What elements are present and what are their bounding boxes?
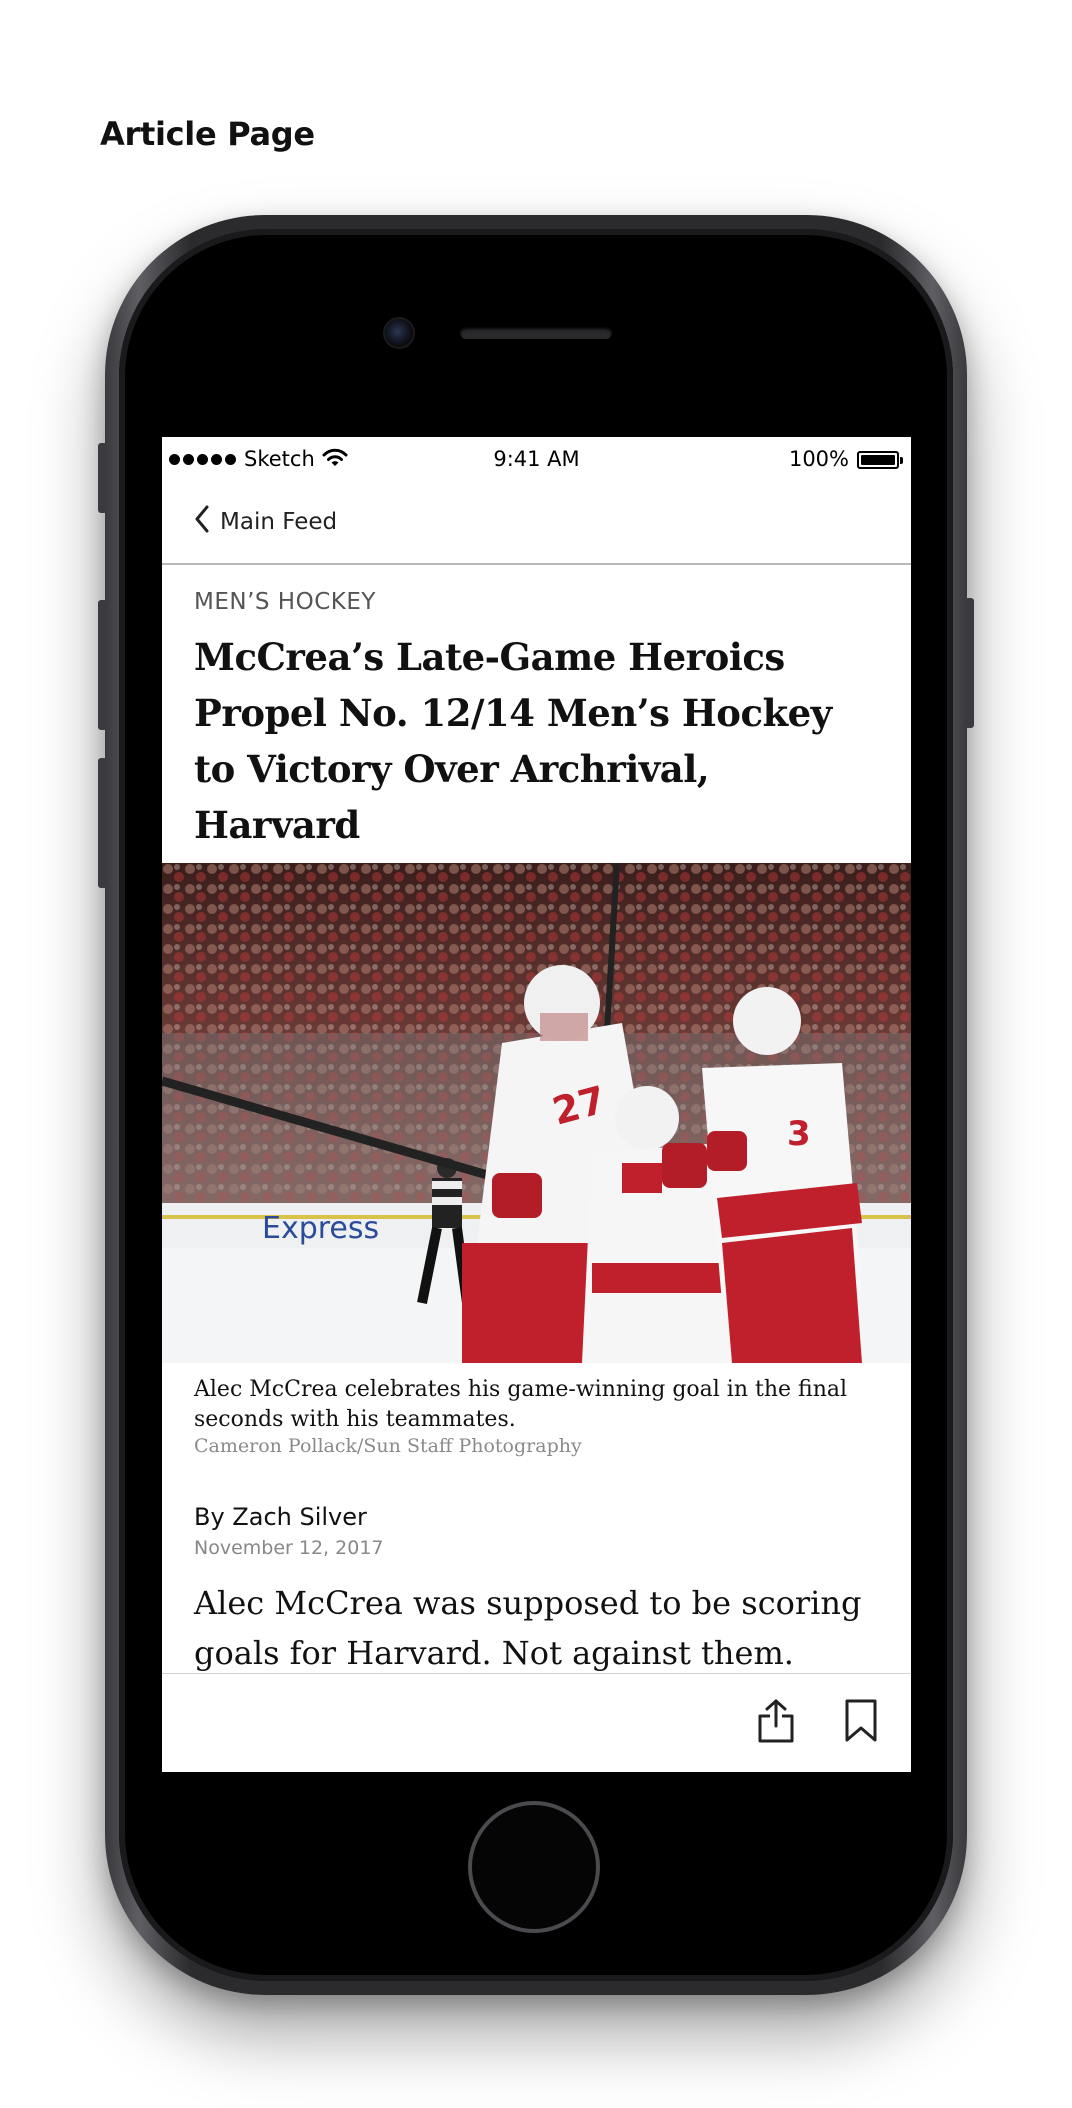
screen: Sketch 9:41 AM 100% Main Feed MEN’S HOCK… — [162, 437, 911, 1772]
battery-icon — [857, 451, 903, 469]
volume-down-button — [98, 758, 107, 888]
glove — [707, 1131, 747, 1171]
section-label[interactable]: MEN’S HOCKEY — [194, 589, 376, 615]
mute-switch — [98, 443, 107, 513]
article-body: Alec McCrea was supposed to be scoring g… — [194, 1584, 862, 1672]
rink-board-ad: Express — [262, 1211, 379, 1246]
publish-date: November 12, 2017 — [194, 1537, 384, 1559]
front-camera — [385, 319, 413, 347]
navigation-bar: Main Feed — [162, 485, 911, 565]
author-byline[interactable]: By Zach Silver — [194, 1503, 367, 1531]
earpiece-speaker — [460, 327, 612, 339]
back-button-label: Main Feed — [220, 509, 338, 535]
chevron-left-icon — [194, 505, 210, 539]
photo-caption: Alec McCrea celebrates his game-winning … — [194, 1377, 848, 1432]
page-title: Article Page — [100, 115, 315, 153]
glove — [492, 1173, 542, 1218]
article-headline: McCrea’s Late-Game Heroics Propel No. 12… — [194, 635, 832, 847]
bottom-toolbar — [162, 1673, 911, 1772]
photo-credit: Cameron Pollack/Sun Staff Photography — [194, 1435, 582, 1457]
status-bar: Sketch 9:41 AM 100% — [162, 437, 911, 485]
svg-text:3: 3 — [787, 1114, 811, 1154]
volume-up-button — [98, 600, 107, 730]
bookmark-icon[interactable] — [844, 1698, 878, 1749]
power-button — [965, 598, 974, 728]
home-button[interactable] — [468, 1801, 600, 1933]
glove — [662, 1143, 707, 1188]
back-button[interactable]: Main Feed — [194, 505, 337, 539]
share-icon[interactable] — [756, 1698, 796, 1749]
battery-percentage: 100% — [788, 447, 849, 471]
article-photo[interactable]: Express 27 3 — [162, 863, 911, 1363]
